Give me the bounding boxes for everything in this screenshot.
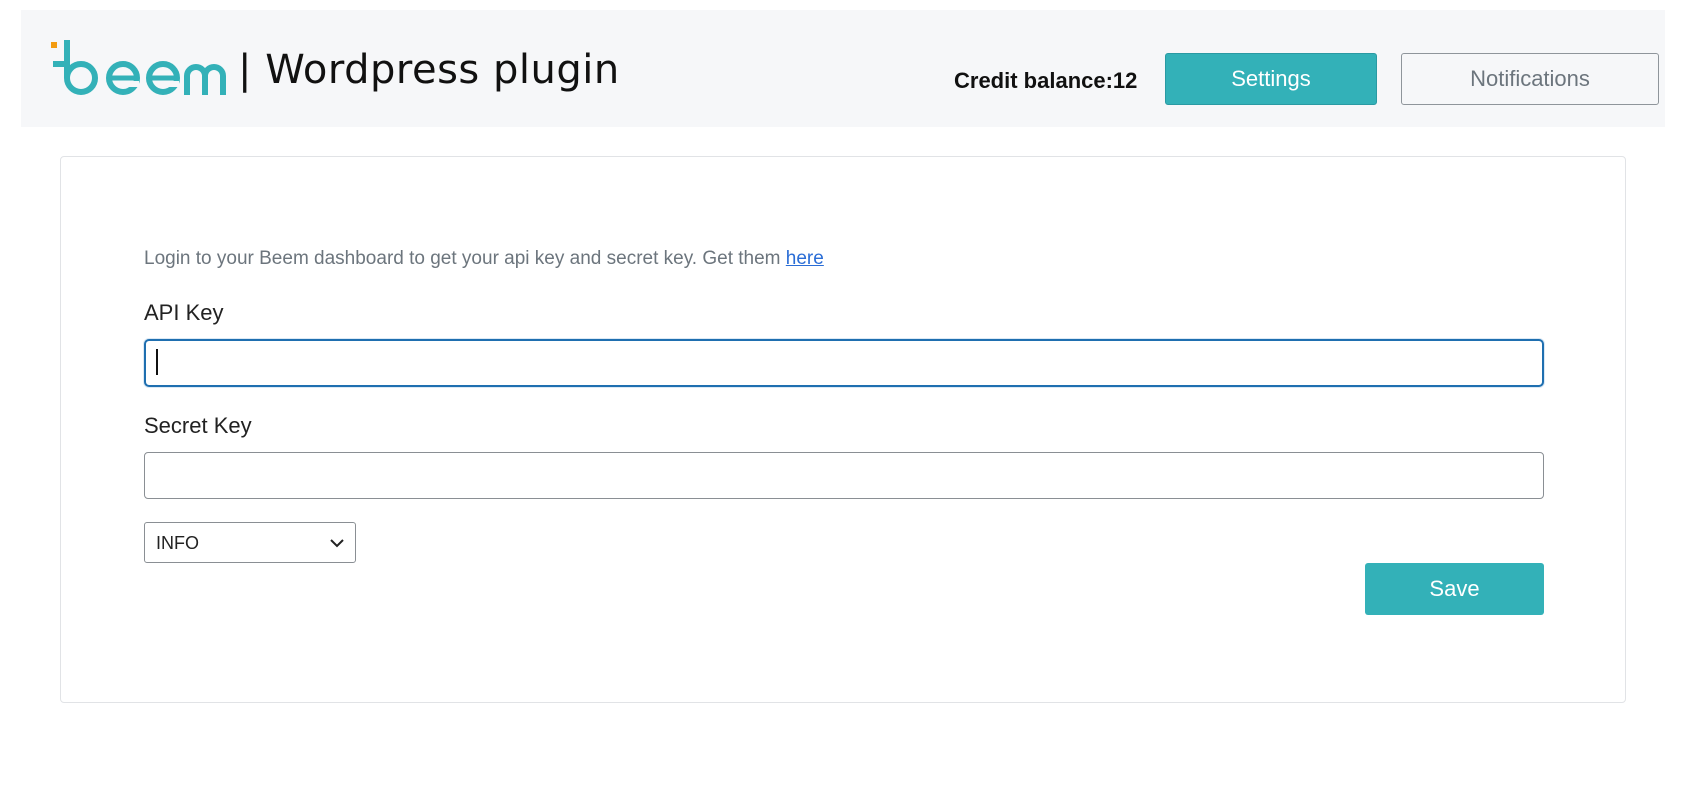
text-caret: [156, 349, 158, 375]
intro-text: Login to your Beem dashboard to get your…: [144, 248, 824, 270]
chevron-down-icon: [330, 539, 344, 548]
app-title: | Wordpress plugin: [238, 47, 620, 93]
secret-key-input[interactable]: [144, 452, 1544, 499]
notifications-button[interactable]: Notifications: [1401, 53, 1659, 105]
here-link[interactable]: here: [786, 248, 824, 269]
app-header: | Wordpress plugin Credit balance:12 Set…: [21, 10, 1665, 127]
secret-key-label: Secret Key: [144, 413, 252, 438]
api-key-input[interactable]: [144, 339, 1544, 387]
credit-balance: Credit balance:12: [954, 68, 1138, 93]
beem-logo-icon: [51, 40, 226, 95]
settings-card: Login to your Beem dashboard to get your…: [60, 156, 1626, 703]
log-level-select[interactable]: INFO: [144, 522, 356, 563]
beem-logo: [51, 40, 231, 100]
save-button[interactable]: Save: [1365, 563, 1544, 615]
intro-message: Login to your Beem dashboard to get your…: [144, 248, 786, 269]
settings-button[interactable]: Settings: [1165, 53, 1377, 105]
log-level-value: INFO: [156, 533, 199, 553]
api-key-label: API Key: [144, 300, 224, 325]
